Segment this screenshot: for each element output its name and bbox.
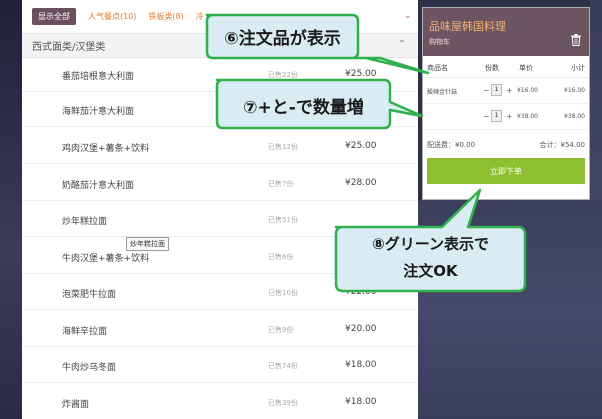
dish-sold: 已售10份 bbox=[268, 289, 298, 297]
dish-row[interactable]: 炸酱面 已售39份 ¥18.00 bbox=[22, 386, 418, 419]
dish-sold: 已售7份 bbox=[268, 180, 294, 188]
dish-name: 海鲜辛拉面 bbox=[62, 327, 108, 337]
tab-popular[interactable]: 人气餐点(10) bbox=[88, 11, 136, 22]
cart-columns: 商品名 份数 单价 小计 bbox=[423, 56, 589, 78]
dish-price: ¥25.00 bbox=[345, 141, 377, 151]
dish-sold: 已售9份 bbox=[268, 326, 294, 334]
callout-green-order-line1: ⑧グリーン表示で bbox=[372, 235, 489, 253]
dish-row[interactable]: 牛肉炒乌冬面 已售74份 ¥18.00 bbox=[22, 349, 418, 383]
cart-item-subtotal: ¥38.00 bbox=[564, 113, 585, 120]
tab-teppan[interactable]: 铁板类(8) bbox=[148, 11, 183, 22]
dish-name: 奶酪茄汁意大利面 bbox=[62, 181, 135, 191]
cart-label: 购物车 bbox=[429, 38, 450, 46]
cart-item-name: 酸辣金针菇 bbox=[427, 89, 458, 96]
dish-sold: 已售51份 bbox=[268, 216, 298, 224]
background-left bbox=[0, 0, 22, 419]
chevron-up-icon[interactable]: ⌃ bbox=[398, 39, 406, 50]
dish-row[interactable]: 海鲜辛拉面 已售9份 ¥20.00 bbox=[22, 313, 418, 347]
dish-price: ¥25.00 bbox=[345, 69, 377, 79]
trash-icon[interactable] bbox=[571, 34, 581, 46]
menu-panel: 显示全部 人气餐点(10) 铁板类(8) 冷 ⌄ 西式面类/汉堡类 ⌃ 番茄培根… bbox=[22, 0, 418, 419]
callout-order-items: ⑥注文品が表示 bbox=[224, 29, 341, 49]
dish-row[interactable]: 炒年糕拉面 已售51份 bbox=[22, 203, 418, 237]
dish-name: 牛肉汉堡+薯条+饮料 bbox=[62, 254, 150, 264]
chevron-down-icon[interactable]: ⌄ bbox=[404, 10, 412, 21]
order-now-button[interactable]: 立即下单 bbox=[427, 158, 585, 184]
dish-price: ¥18.00 bbox=[345, 397, 377, 407]
cart-summary: 配送费：¥0.00 合计：¥54.00 bbox=[423, 136, 589, 156]
dish-price: ¥28.00 bbox=[345, 178, 377, 188]
dish-name: 炒年糕拉面 bbox=[62, 217, 108, 227]
callout-quantity: ⑦+と-で数量増 bbox=[243, 98, 364, 118]
dish-name: 牛肉炒乌冬面 bbox=[62, 363, 117, 373]
cart-header: 品味屋韩国料理 购物车 bbox=[423, 8, 589, 56]
qty-plus-button[interactable]: + bbox=[506, 86, 513, 95]
dish-sold: 已售74份 bbox=[268, 362, 298, 370]
dish-name: 海鲜茄汁意大利面 bbox=[62, 107, 135, 117]
col-qty: 份数 bbox=[485, 64, 499, 72]
shop-name: 品味屋韩国料理 bbox=[429, 20, 506, 33]
cart-item-unit-price: ¥38.00 bbox=[517, 113, 538, 120]
tab-show-all[interactable]: 显示全部 bbox=[32, 8, 76, 25]
dish-price: ¥18.00 bbox=[345, 360, 377, 370]
dish-row[interactable]: 鸡肉汉堡+薯条+饮料 已售12份 ¥25.00 bbox=[22, 130, 418, 164]
cart-item: − 1 + ¥38.00 ¥38.00 bbox=[423, 104, 589, 130]
dish-row[interactable]: 番茄培根意大利面 已售22份 ¥25.00 bbox=[22, 58, 418, 92]
cart-item-subtotal: ¥16.00 bbox=[564, 87, 585, 94]
dish-name: 炸酱面 bbox=[62, 400, 90, 410]
col-unit: 单价 bbox=[519, 64, 533, 72]
dish-name: 鸡肉汉堡+薯条+饮料 bbox=[62, 144, 150, 154]
dish-sold: 已售39份 bbox=[268, 399, 298, 407]
dish-name: 番茄培根意大利面 bbox=[62, 72, 135, 82]
cart-total: 合计：¥54.00 bbox=[539, 141, 586, 149]
dish-price: ¥20.00 bbox=[345, 324, 377, 334]
qty-minus-button[interactable]: − bbox=[483, 112, 490, 121]
cart-item: 酸辣金针菇 − 1 + ¥16.00 ¥16.00 bbox=[423, 78, 589, 104]
dish-price: ¥22.00 bbox=[345, 287, 377, 297]
dish-name: 泡菜肥牛拉面 bbox=[62, 290, 117, 300]
tab-cold[interactable]: 冷 bbox=[196, 11, 204, 22]
dish-sold: 已售22份 bbox=[268, 71, 298, 79]
qty-field[interactable]: 1 bbox=[491, 84, 502, 96]
delivery-fee: 配送费：¥0.00 bbox=[427, 141, 476, 149]
col-name: 商品名 bbox=[427, 64, 448, 72]
dish-sold: 已售6份 bbox=[268, 253, 294, 261]
qty-field[interactable]: 1 bbox=[491, 110, 502, 122]
cart-item-unit-price: ¥16.00 bbox=[517, 87, 538, 94]
dish-tooltip: 炒年糕拉面 bbox=[126, 237, 169, 251]
category-title: 西式面类/汉堡类 bbox=[32, 42, 106, 53]
cart-panel: 品味屋韩国料理 购物车 商品名 份数 单价 小计 酸辣金针菇 − 1 + ¥16… bbox=[422, 7, 590, 200]
qty-plus-button[interactable]: + bbox=[506, 112, 513, 121]
col-subtotal: 小计 bbox=[571, 64, 585, 72]
dish-row[interactable]: 奶酪茄汁意大利面 已售7份 ¥28.00 bbox=[22, 167, 418, 201]
qty-minus-button[interactable]: − bbox=[483, 86, 490, 95]
dish-sold: 已售12份 bbox=[268, 143, 298, 151]
dish-row[interactable]: 泡菜肥牛拉面 已售10份 ¥22.00 bbox=[22, 276, 418, 310]
callout-green-order-line2: 注文OK bbox=[403, 262, 458, 280]
